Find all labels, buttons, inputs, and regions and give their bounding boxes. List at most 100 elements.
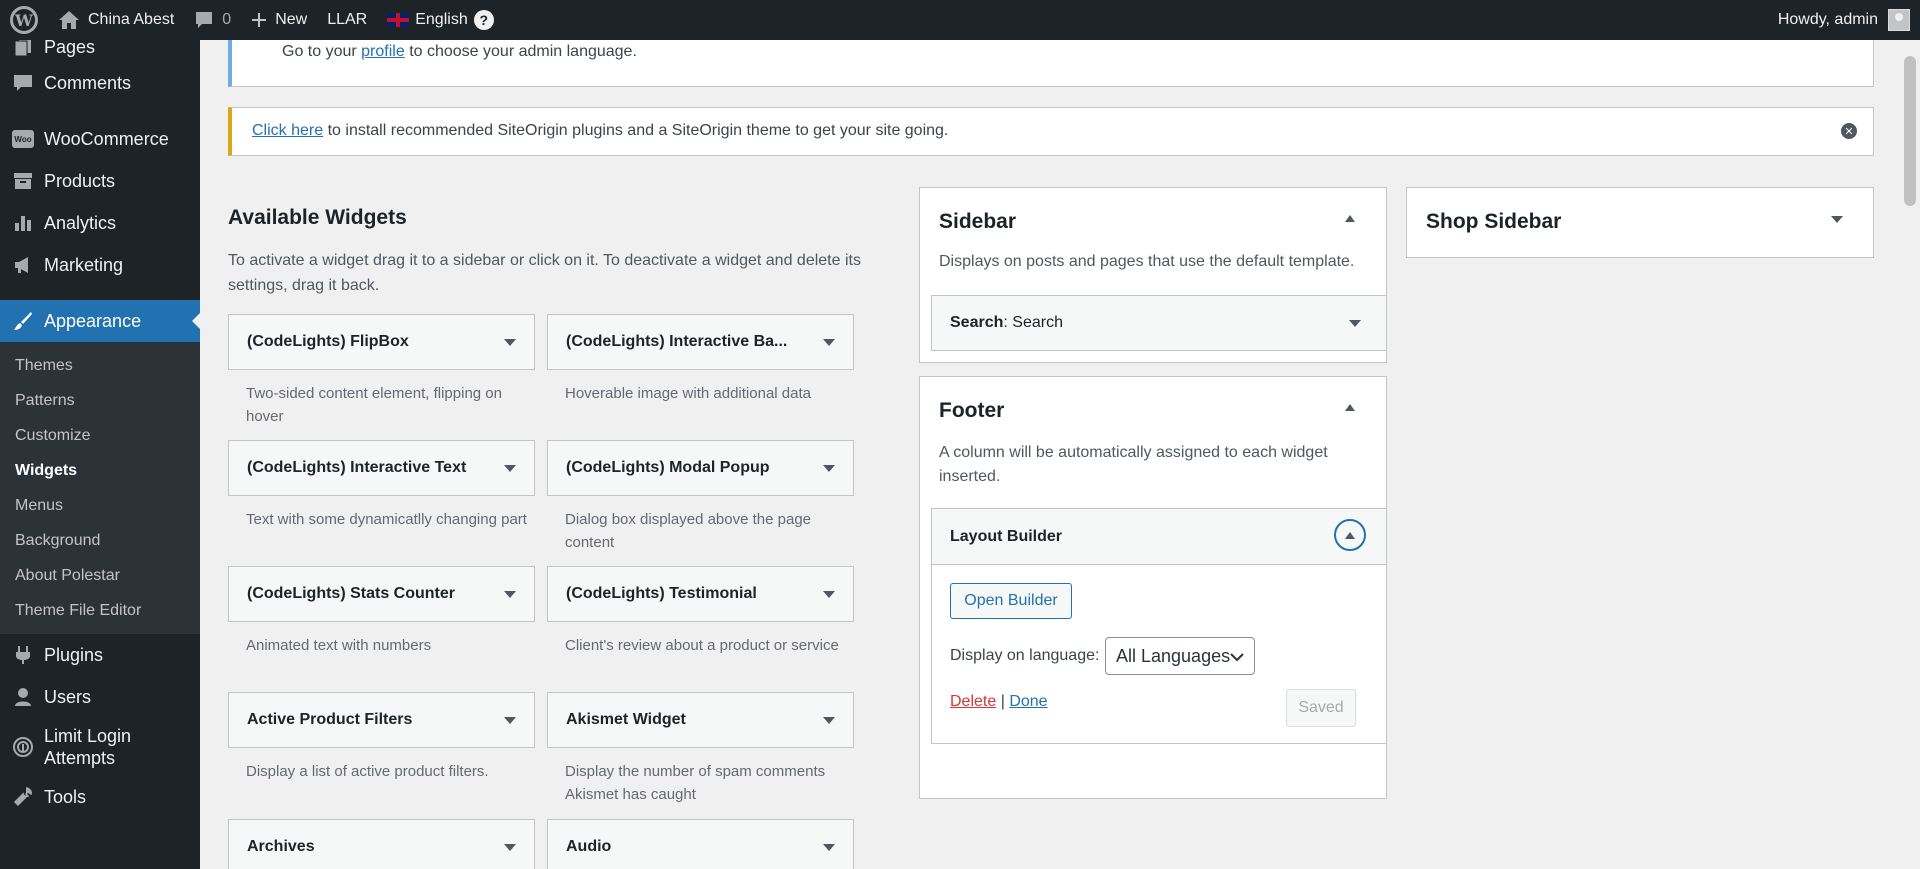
widget-title: Audio — [566, 838, 612, 855]
menu-label-tools: Tools — [44, 786, 87, 807]
comments-link[interactable]: 0 — [184, 0, 241, 40]
widget-audio[interactable]: Audio — [547, 819, 854, 869]
widget-title: (CodeLights) Testimonial — [566, 585, 757, 602]
menu-label-marketing: Marketing — [44, 254, 124, 275]
expand-arrow-icon[interactable] — [504, 464, 516, 472]
submenu-background[interactable]: Background — [0, 523, 200, 558]
widget-codelights-flipbox[interactable]: (CodeLights) FlipBox — [228, 314, 535, 370]
open-builder-button[interactable]: Open Builder — [950, 583, 1072, 619]
wrench-icon — [12, 786, 34, 808]
menu-item-tools[interactable]: Tools — [0, 776, 200, 818]
expand-arrow-icon[interactable] — [823, 338, 835, 346]
shop-sidebar-widget-area[interactable]: Shop Sidebar — [1406, 187, 1874, 258]
widget-title: Akismet Widget — [566, 711, 686, 728]
saved-button[interactable]: Saved — [1286, 689, 1356, 727]
menu-item-analytics[interactable]: Analytics — [0, 202, 200, 244]
fingerprint-icon — [12, 736, 34, 758]
new-content-link[interactable]: New — [241, 0, 317, 40]
widget-codelights-interactive-banner[interactable]: (CodeLights) Interactive Ba... — [547, 314, 854, 370]
submenu-theme-file-editor[interactable]: Theme File Editor — [0, 593, 200, 628]
shop-sidebar-title[interactable]: Shop Sidebar — [1426, 210, 1561, 234]
submenu-widgets[interactable]: Widgets — [0, 453, 200, 488]
new-label: New — [275, 11, 308, 28]
expand-arrow-icon[interactable] — [1349, 320, 1361, 327]
expand-caret-icon[interactable] — [1831, 216, 1843, 223]
site-name-link[interactable]: China Abest — [48, 0, 184, 40]
layout-builder-header[interactable]: Layout Builder — [932, 509, 1386, 565]
menu-item-woocommerce[interactable]: Woo WooCommerce — [0, 118, 200, 160]
menu-item-products[interactable]: Products — [0, 160, 200, 202]
menu-label-appearance: Appearance — [44, 310, 142, 331]
help-icon[interactable]: ? — [473, 10, 494, 30]
collapse-caret-icon[interactable] — [1345, 404, 1355, 411]
actions-separator: | — [1000, 693, 1005, 710]
widget-title: Archives — [247, 838, 315, 855]
expand-arrow-icon[interactable] — [504, 716, 516, 724]
expand-arrow-icon[interactable] — [823, 590, 835, 598]
plus-icon — [252, 13, 267, 27]
limit-login-line-1: Limit Login — [44, 726, 132, 746]
expand-arrow-icon[interactable] — [823, 716, 835, 724]
menu-label-analytics: Analytics — [44, 212, 117, 233]
submenu-patterns[interactable]: Patterns — [0, 383, 200, 418]
language-notice: Go to your profile to choose your admin … — [228, 32, 1874, 87]
chevron-down-icon — [1230, 653, 1244, 662]
widget-title: (CodeLights) Stats Counter — [247, 585, 455, 602]
widget-akismet[interactable]: Akismet Widget — [547, 692, 854, 748]
dismiss-icon[interactable]: ✕ — [1841, 123, 1857, 139]
limit-login-label: Limit Login Attempts — [44, 725, 131, 769]
widget-active-product-filters[interactable]: Active Product Filters — [228, 692, 535, 748]
wp-logo-menu[interactable]: W — [0, 0, 48, 40]
user-icon — [12, 686, 34, 708]
widget-description: Text with some dynamicatlly changing par… — [246, 511, 527, 528]
collapse-caret-icon[interactable] — [1345, 215, 1355, 222]
llar-link[interactable]: LLAR — [317, 0, 377, 40]
widget-codelights-testimonial[interactable]: (CodeLights) Testimonial — [547, 566, 854, 622]
widget-title: (CodeLights) Interactive Text — [247, 459, 467, 476]
expand-arrow-icon[interactable] — [504, 843, 516, 851]
siteorigin-notice-text: to install recommended SiteOrigin plugin… — [327, 122, 949, 139]
delete-link[interactable]: Delete — [950, 693, 996, 710]
widget-description: Display the number of spam comments Akis… — [565, 763, 826, 803]
siteorigin-notice: Click here to install recommended SiteOr… — [228, 107, 1874, 156]
paintbrush-icon — [12, 310, 34, 332]
submenu-menus[interactable]: Menus — [0, 488, 200, 523]
menu-item-limit-login-attempts[interactable]: Limit Login Attempts — [0, 718, 200, 776]
widget-codelights-stats-counter[interactable]: (CodeLights) Stats Counter — [228, 566, 535, 622]
submenu-themes[interactable]: Themes — [0, 348, 200, 383]
submenu-about-polestar[interactable]: About Polestar — [0, 558, 200, 593]
menu-label-plugins: Plugins — [44, 644, 104, 665]
widget-archives[interactable]: Archives — [228, 819, 535, 869]
expand-arrow-icon[interactable] — [823, 464, 835, 472]
menu-item-marketing[interactable]: Marketing — [0, 244, 200, 286]
widget-title: (CodeLights) Interactive Ba... — [566, 333, 788, 350]
scrollbar-thumb[interactable] — [1904, 56, 1916, 206]
my-account[interactable]: Howdy, admin — [1778, 9, 1920, 31]
widget-codelights-modal-popup[interactable]: (CodeLights) Modal Popup — [547, 440, 854, 496]
search-widget-type: Search — [950, 314, 1004, 331]
howdy-text: Howdy, admin — [1777, 11, 1878, 28]
language-select[interactable]: All Languages — [1105, 637, 1255, 675]
lang-notice-pre: Go to your — [282, 43, 357, 60]
menu-item-appearance[interactable]: Appearance — [0, 300, 200, 342]
expand-arrow-icon[interactable] — [504, 338, 516, 346]
widget-codelights-interactive-text[interactable]: (CodeLights) Interactive Text — [228, 440, 535, 496]
profile-link[interactable]: profile — [361, 43, 405, 60]
avatar — [1888, 9, 1910, 31]
sidebar-area-title[interactable]: Sidebar — [939, 210, 1016, 234]
collapse-widget-button[interactable] — [1334, 519, 1366, 551]
page-scrollbar[interactable] — [1900, 40, 1920, 869]
menu-item-comments[interactable]: Comments — [0, 62, 200, 104]
done-link[interactable]: Done — [1009, 693, 1047, 710]
expand-arrow-icon[interactable] — [504, 590, 516, 598]
footer-area-title[interactable]: Footer — [939, 399, 1004, 423]
menu-item-users[interactable]: Users — [0, 676, 200, 718]
menu-item-plugins[interactable]: Plugins — [0, 634, 200, 676]
display-language-label: Display on language: — [950, 647, 1100, 664]
submenu-customize[interactable]: Customize — [0, 418, 200, 453]
click-here-link[interactable]: Click here — [252, 122, 323, 139]
language-switcher[interactable]: English ? — [377, 0, 503, 40]
expand-arrow-icon[interactable] — [823, 843, 835, 851]
widget-description: Hoverable image with additional data — [565, 385, 811, 402]
search-widget[interactable]: Search: Search — [931, 295, 1387, 351]
